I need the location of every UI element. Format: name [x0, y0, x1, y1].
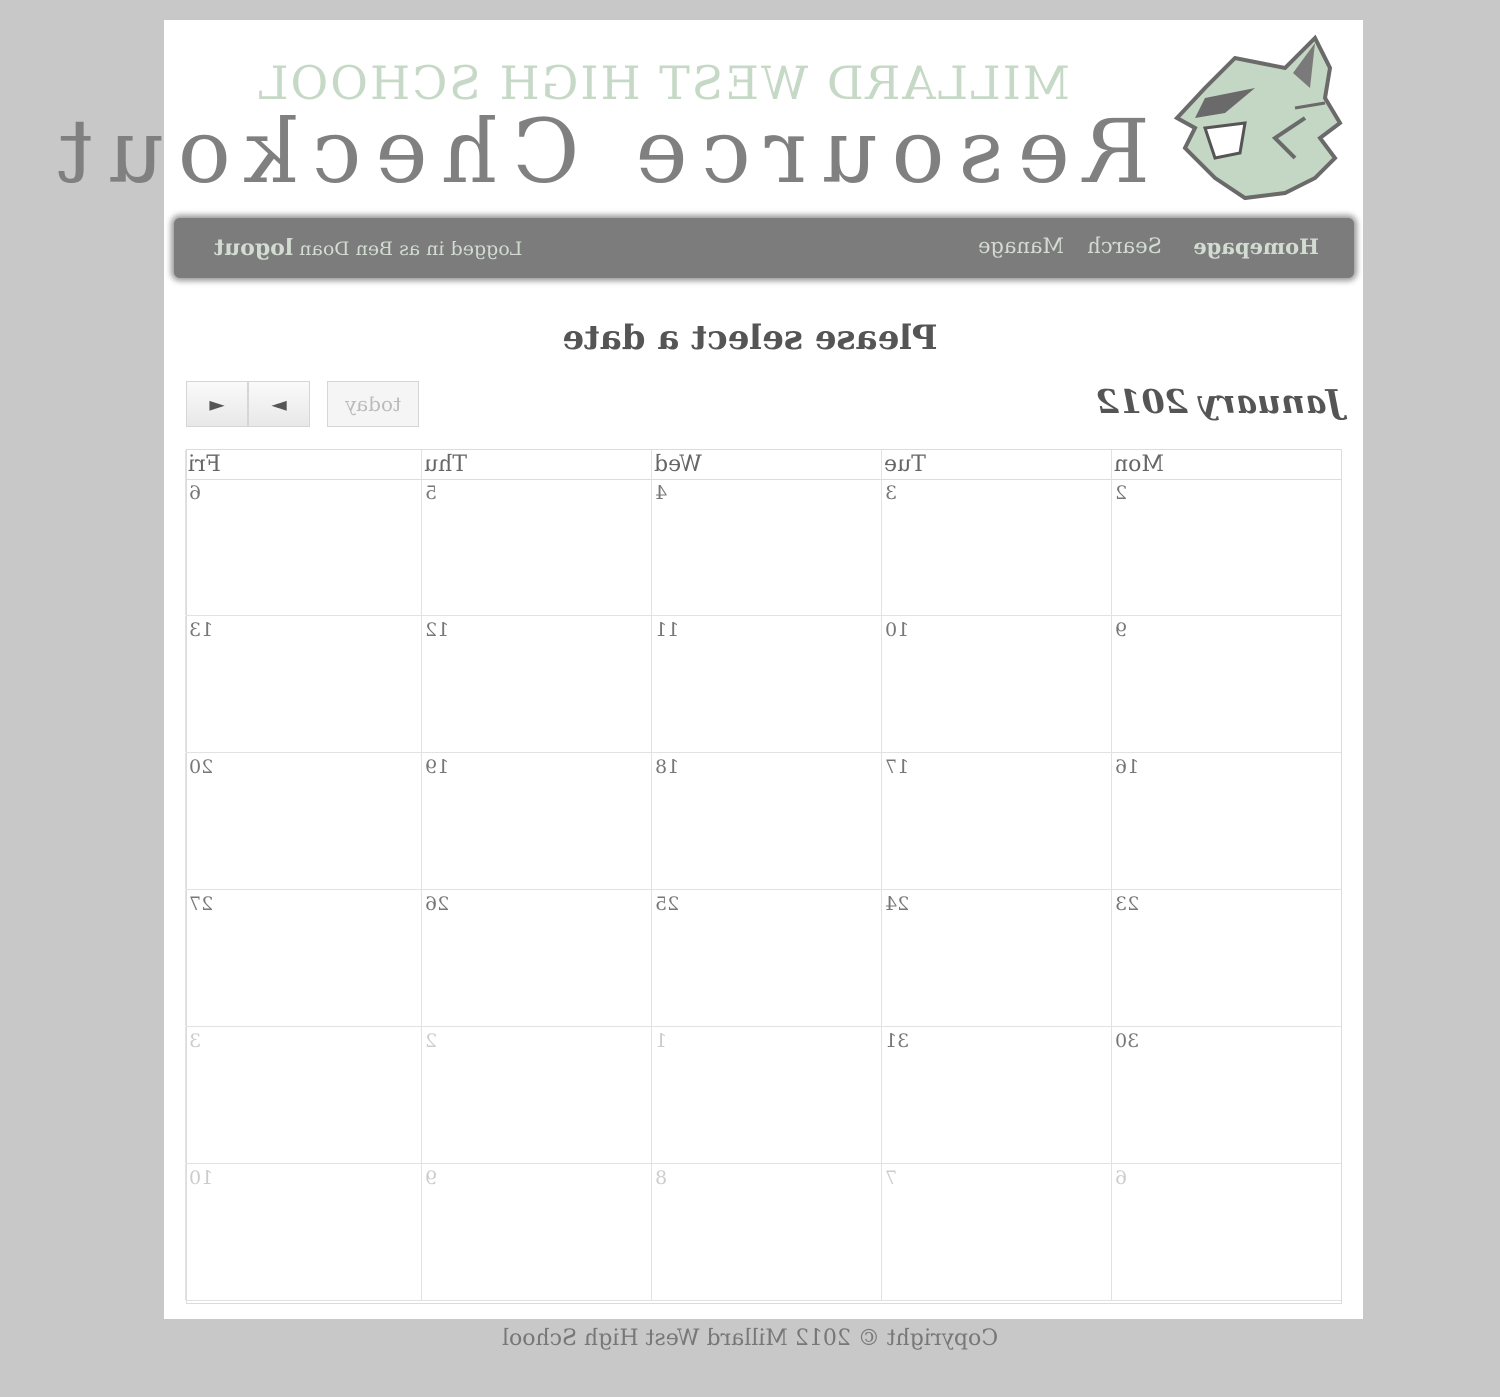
calendar-week-row: 23 24 25 26 27 [185, 890, 1341, 1027]
calendar-day-cell[interactable]: 10 [881, 616, 1111, 752]
nav-homepage-link[interactable]: Homepage [1193, 234, 1319, 259]
calendar-week-row: 9 10 11 12 13 [185, 616, 1341, 753]
calendar-day-cell[interactable]: 7 [881, 1164, 1111, 1300]
calendar-day-cell[interactable]: 11 [651, 616, 881, 752]
day-number: 6 [189, 482, 202, 504]
calendar-day-cell[interactable]: 20 [185, 753, 421, 889]
calendar-day-cell[interactable]: 13 [185, 616, 421, 752]
right-arrow-icon: ◄ [209, 392, 225, 416]
left-arrow-icon: ► [271, 392, 287, 416]
day-number: 31 [885, 1030, 910, 1052]
logged-in-text: Logged in as Ben Doan [299, 238, 523, 260]
calendar-day-cell[interactable]: 26 [421, 890, 651, 1026]
day-number: 18 [655, 756, 680, 778]
page-title: Please select a date [562, 318, 938, 358]
wildcat-mascot-icon [1173, 34, 1343, 201]
calendar-day-cell[interactable]: 10 [185, 1164, 421, 1300]
calendar-day-cell[interactable]: 18 [651, 753, 881, 889]
day-number: 1 [655, 1030, 668, 1052]
calendar-day-cell[interactable]: 30 [1111, 1027, 1341, 1163]
day-number: 10 [189, 1167, 214, 1189]
calendar-day-cell[interactable]: 8 [651, 1164, 881, 1300]
day-number: 27 [189, 893, 214, 915]
footer-text: Copyright © 2012 Millard West High Schoo… [501, 1326, 999, 1351]
day-of-week-label: Mon [1111, 450, 1341, 479]
calendar-day-cell[interactable]: 24 [881, 890, 1111, 1026]
page-mirror: MILLARD WEST HIGH SCHOOL Resource Checko… [0, 0, 1500, 1397]
day-number: 26 [425, 893, 450, 915]
calendar-grid: Mon Tue Wed Thu Fri 2 3 4 5 6 9 10 11 12 13 16 17 18 19 20… [185, 449, 1342, 1304]
day-number: 16 [1115, 756, 1140, 778]
calendar-week-row: 16 17 18 19 20 [185, 753, 1341, 890]
logout-link[interactable]: logout [214, 235, 293, 261]
day-number: 2 [1115, 482, 1128, 504]
calendar-day-cell[interactable]: 1 [651, 1027, 881, 1163]
nav-manage-link[interactable]: Manage [978, 234, 1064, 258]
today-button[interactable]: today [327, 381, 419, 427]
calendar-day-cell[interactable]: 6 [185, 479, 421, 615]
login-status: Logged in as Ben Doan logout [214, 235, 522, 261]
day-number: 10 [885, 619, 910, 641]
calendar-day-cell[interactable]: 2 [421, 1027, 651, 1163]
app-title: Resource Checkout [43, 100, 1150, 203]
calendar-day-cell[interactable]: 31 [881, 1027, 1111, 1163]
day-number: 24 [885, 893, 910, 915]
day-number: 6 [1115, 1167, 1128, 1189]
day-number: 3 [885, 482, 898, 504]
day-of-week-label: Thu [421, 450, 651, 479]
day-number: 11 [655, 619, 680, 641]
day-of-week-label: Tue [881, 450, 1111, 479]
day-of-week-label: Fri [185, 450, 421, 479]
day-number: 9 [1115, 619, 1128, 641]
footer-copyright: Copyright © 2012 Millard West High Schoo… [0, 1326, 1500, 1351]
next-month-button[interactable]: ◄ [186, 381, 248, 427]
calendar-day-cell[interactable]: 2 [1111, 479, 1341, 615]
day-number: 5 [425, 482, 438, 504]
calendar-day-cell[interactable]: 4 [651, 479, 881, 615]
day-number: 19 [425, 756, 450, 778]
calendar-day-cell[interactable]: 17 [881, 753, 1111, 889]
calendar-day-cell[interactable]: 3 [185, 1027, 421, 1163]
calendar-day-cell[interactable]: 12 [421, 616, 651, 752]
day-of-week-label: Wed [651, 450, 881, 479]
day-number: 3 [189, 1030, 202, 1052]
prev-month-button[interactable]: ► [248, 381, 310, 427]
day-of-week-header: Mon Tue Wed Thu Fri [185, 450, 1341, 480]
calendar-day-cell[interactable]: 23 [1111, 890, 1341, 1026]
calendar-day-cell[interactable]: 6 [1111, 1164, 1341, 1300]
calendar-week-row: 6 7 8 9 10 [185, 1164, 1341, 1301]
day-number: 25 [655, 893, 680, 915]
day-number: 20 [189, 756, 214, 778]
calendar-day-cell[interactable]: 19 [421, 753, 651, 889]
calendar-week-row: 2 3 4 5 6 [185, 479, 1341, 616]
calendar-day-cell[interactable]: 25 [651, 890, 881, 1026]
calendar-day-cell[interactable]: 16 [1111, 753, 1341, 889]
calendar-week-row: 30 31 1 2 3 [185, 1027, 1341, 1164]
day-number: 7 [885, 1167, 898, 1189]
nav-bar: Homepage Search Manage Logged in as Ben … [174, 218, 1354, 278]
calendar-day-cell[interactable]: 3 [881, 479, 1111, 615]
day-number: 23 [1115, 893, 1140, 915]
nav-search-link[interactable]: Search [1087, 234, 1162, 258]
day-number: 12 [425, 619, 450, 641]
calendar-day-cell[interactable]: 9 [1111, 616, 1341, 752]
calendar-day-cell[interactable]: 9 [421, 1164, 651, 1300]
day-number: 13 [189, 619, 214, 641]
day-number: 30 [1115, 1030, 1140, 1052]
calendar-day-cell[interactable]: 27 [185, 890, 421, 1026]
day-number: 2 [425, 1030, 438, 1052]
day-number: 9 [425, 1167, 438, 1189]
day-number: 4 [655, 482, 668, 504]
calendar-month-title: January 2012 [1095, 382, 1342, 421]
day-number: 17 [885, 756, 910, 778]
calendar-day-cell[interactable]: 5 [421, 479, 651, 615]
day-number: 8 [655, 1167, 668, 1189]
